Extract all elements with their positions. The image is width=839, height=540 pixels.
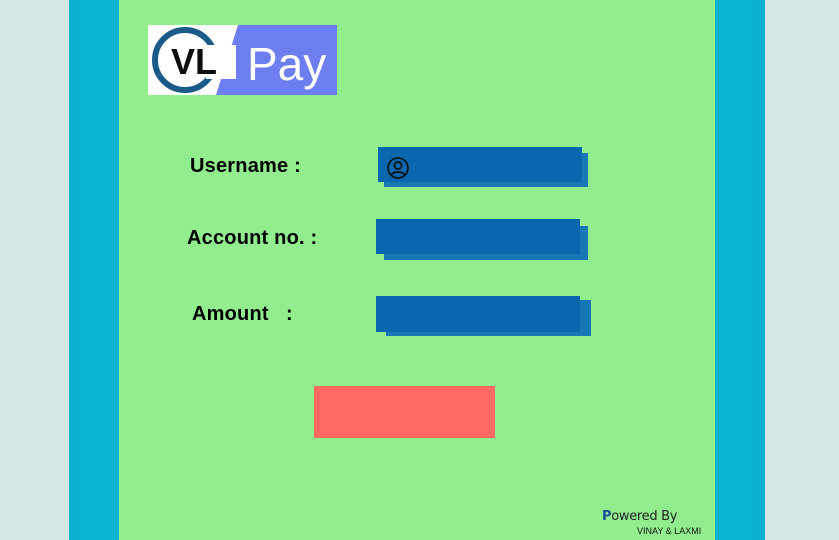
authors-text: VINAY & LAXMI (637, 526, 702, 536)
powered-initial: P (602, 509, 612, 524)
user-circle-icon (387, 157, 409, 179)
powered-rest: owered By (611, 509, 678, 524)
powered-by-text: Powered By (602, 509, 677, 524)
amount-input[interactable] (376, 296, 580, 332)
account-number-input[interactable] (376, 219, 580, 254)
vlpay-logo: VL Pay (148, 25, 337, 95)
logo-word: Pay (247, 38, 326, 90)
amount-label: Amount : (192, 303, 293, 325)
account-label: Account no. : (187, 227, 318, 249)
username-label: Username : (190, 155, 301, 177)
logo-initials: VL (171, 41, 217, 82)
submit-button[interactable] (314, 386, 495, 438)
